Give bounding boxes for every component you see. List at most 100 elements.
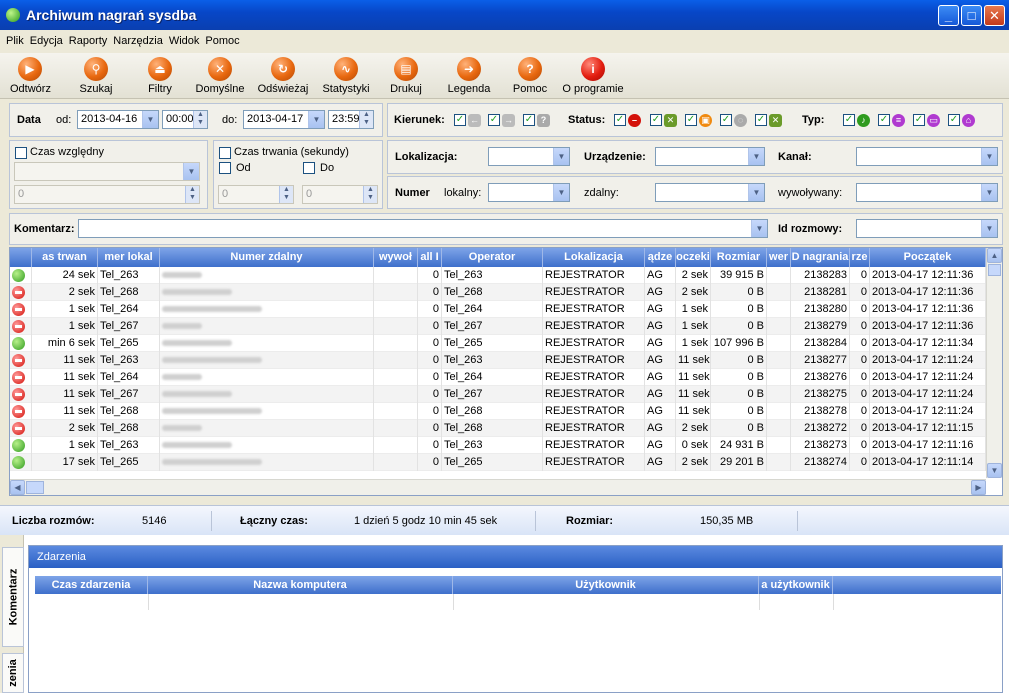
menu-pomoc[interactable]: Pomoc bbox=[205, 35, 239, 47]
called-number-select[interactable]: ▼ bbox=[856, 183, 998, 202]
scroll-right-icon[interactable]: ▶ bbox=[971, 480, 986, 495]
col-transfer[interactable]: rze bbox=[850, 248, 870, 267]
play-button[interactable]: ▶ Odtwórz bbox=[10, 55, 51, 97]
scroll-up-icon[interactable]: ▲ bbox=[987, 248, 1002, 263]
status-error-checkbox[interactable]: ✓ bbox=[755, 114, 767, 126]
kierunek-outgoing-checkbox[interactable]: ✓ bbox=[488, 114, 500, 126]
status-busy-checkbox[interactable]: ✓ bbox=[720, 114, 732, 126]
table-row[interactable]: min 6 sek Tel_265 0 Tel_265 REJESTRATOR AG 1 s… bbox=[10, 335, 986, 352]
col-wait[interactable]: oczeki bbox=[676, 248, 711, 267]
remote-number-select[interactable]: ▼ bbox=[655, 183, 765, 202]
col-local-number[interactable]: mer lokal bbox=[98, 248, 160, 267]
menu-edycja[interactable]: Edycja bbox=[30, 35, 63, 47]
col-size[interactable]: Rozmiar bbox=[711, 248, 767, 267]
local-number-select[interactable]: ▼ bbox=[488, 183, 570, 202]
table-cell: REJESTRATOR bbox=[543, 369, 645, 386]
table-row[interactable]: 2 sek Tel_268 0 Tel_268 REJESTRATOR AG 2 sek 0 … bbox=[10, 420, 986, 437]
comment-select[interactable]: ▼ bbox=[78, 219, 768, 238]
col-calls[interactable]: all I bbox=[418, 248, 442, 267]
horizontal-scrollbar[interactable]: ◀ ▶ bbox=[10, 479, 986, 495]
close-button[interactable]: ✕ bbox=[984, 5, 1005, 26]
search-button[interactable]: ⚲ Szukaj bbox=[72, 55, 120, 97]
table-cell: 2013-04-17 12:11:14 bbox=[870, 454, 986, 471]
col-status[interactable] bbox=[10, 248, 32, 267]
kierunek-incoming-checkbox[interactable]: ✓ bbox=[454, 114, 466, 126]
typ-other-checkbox[interactable]: ✓ bbox=[948, 114, 960, 126]
title-bar[interactable]: Archiwum nagrań sysdba _ □ ✕ bbox=[0, 0, 1009, 30]
stats-button[interactable]: ∿ Statystyki bbox=[318, 55, 374, 97]
filter-button[interactable]: ⏏ Filtry bbox=[140, 55, 180, 97]
col-location[interactable]: Lokalizacja bbox=[543, 248, 645, 267]
tab-zdarzenia[interactable]: zenia bbox=[2, 653, 24, 693]
date-to-picker[interactable]: 2013-04-17 ▼ bbox=[243, 110, 325, 129]
recordings-table[interactable]: as trwan mer lokal Numer zdalny wywoł al… bbox=[9, 247, 1003, 496]
status-rejected-checkbox[interactable]: ✓ bbox=[614, 114, 626, 126]
duration-panel: Czas trwania (sekundy) Od Do 0 ▲ ▼ 0 ▲ ▼ bbox=[213, 140, 383, 209]
help-button[interactable]: ? Pomoc bbox=[510, 55, 550, 97]
col-start[interactable]: Początek bbox=[870, 248, 986, 267]
call-id-select[interactable]: ▼ bbox=[856, 219, 998, 238]
table-row[interactable]: 11 sek Tel_263 0 Tel_263 REJESTRATOR AG 11 sek… bbox=[10, 352, 986, 369]
menu-widok[interactable]: Widok bbox=[169, 35, 200, 47]
typ-voice-checkbox[interactable]: ✓ bbox=[843, 114, 855, 126]
duration-to-checkbox[interactable] bbox=[303, 162, 315, 174]
legend-icon: ➜ bbox=[457, 57, 481, 81]
table-cell: 2138280 bbox=[791, 301, 850, 318]
col-event-time[interactable]: Czas zdarzenia bbox=[35, 576, 148, 594]
table-row[interactable]: 1 sek Tel_264 0 Tel_264 REJESTRATOR AG 1 sek 0 … bbox=[10, 301, 986, 318]
duration-to-input[interactable]: 0 ▲ ▼ bbox=[302, 185, 378, 204]
table-row[interactable]: 17 sek Tel_265 0 Tel_265 REJESTRATOR AG 2 sek 2… bbox=[10, 454, 986, 471]
menu-narzedzia[interactable]: Narzędzia bbox=[113, 35, 163, 47]
info-icon: i bbox=[581, 57, 605, 81]
col-server[interactable]: wer bbox=[767, 248, 791, 267]
table-row[interactable]: 24 sek Tel_263 0 Tel_263 REJESTRATOR AG 2 sek 3… bbox=[10, 267, 986, 284]
menu-raporty[interactable]: Raporty bbox=[69, 35, 108, 47]
typ-sms-checkbox[interactable]: ✓ bbox=[878, 114, 890, 126]
maximize-button[interactable]: □ bbox=[961, 5, 982, 26]
col-computer-name[interactable]: Nazwa komputera bbox=[148, 576, 453, 594]
col-called[interactable]: wywoł bbox=[374, 248, 418, 267]
tab-komentarz[interactable]: Komentarz bbox=[2, 547, 24, 647]
col-device[interactable]: ądze bbox=[645, 248, 676, 267]
table-row[interactable]: 1 sek Tel_263 0 Tel_263 REJESTRATOR AG 0 sek 24… bbox=[10, 437, 986, 454]
menu-plik[interactable]: Plik bbox=[6, 35, 24, 47]
date-from-picker[interactable]: 2013-04-16 ▼ bbox=[77, 110, 159, 129]
minimize-button[interactable]: _ bbox=[938, 5, 959, 26]
device-select[interactable]: ▼ bbox=[655, 147, 765, 166]
refresh-button[interactable]: ↻ Odświeżaj bbox=[254, 55, 312, 97]
print-button[interactable]: ▤ Drukuj bbox=[386, 55, 426, 97]
table-row[interactable]: 11 sek Tel_267 0 Tel_267 REJESTRATOR AG 11 sek… bbox=[10, 386, 986, 403]
time-to-spinner[interactable]: 23:59 ▲ ▼ bbox=[328, 110, 374, 129]
scroll-left-icon[interactable]: ◀ bbox=[10, 480, 25, 495]
time-from-spinner[interactable]: 00:00 ▲ ▼ bbox=[162, 110, 208, 129]
about-button[interactable]: iO programie bbox=[562, 55, 624, 97]
status-missed-checkbox[interactable]: ✓ bbox=[650, 114, 662, 126]
location-select[interactable]: ▼ bbox=[488, 147, 570, 166]
status-locked-checkbox[interactable]: ✓ bbox=[685, 114, 697, 126]
col-user[interactable]: Użytkownik bbox=[453, 576, 759, 594]
duration-from-checkbox[interactable] bbox=[219, 162, 231, 174]
col-operator[interactable]: Operator bbox=[442, 248, 543, 267]
scroll-thumb[interactable] bbox=[988, 264, 1001, 276]
table-row[interactable]: 2 sek Tel_268 0 Tel_268 REJESTRATOR AG 2 sek 0 … bbox=[10, 284, 986, 301]
hscroll-thumb[interactable] bbox=[26, 481, 44, 494]
typ-fax-checkbox[interactable]: ✓ bbox=[913, 114, 925, 126]
table-row[interactable]: 11 sek Tel_264 0 Tel_264 REJESTRATOR AG 11 sek… bbox=[10, 369, 986, 386]
vertical-scrollbar[interactable]: ▲ ▼ bbox=[986, 248, 1002, 478]
legend-button[interactable]: ➜ Legenda bbox=[444, 55, 494, 97]
channel-select[interactable]: ▼ bbox=[856, 147, 998, 166]
relative-time-value[interactable]: 0 ▲ ▼ bbox=[14, 185, 200, 204]
kierunek-unknown-checkbox[interactable]: ✓ bbox=[523, 114, 535, 126]
scroll-down-icon[interactable]: ▼ bbox=[987, 463, 1002, 478]
col-user-name[interactable]: a użytkownik bbox=[759, 576, 833, 594]
table-row[interactable]: 1 sek Tel_267 0 Tel_267 REJESTRATOR AG 1 sek 0 … bbox=[10, 318, 986, 335]
duration-checkbox[interactable] bbox=[219, 147, 231, 159]
table-row[interactable]: 11 sek Tel_268 0 Tel_268 REJESTRATOR AG 11 sek… bbox=[10, 403, 986, 420]
col-remote-number[interactable]: Numer zdalny bbox=[160, 248, 374, 267]
col-recording-id[interactable]: D nagrania bbox=[791, 248, 850, 267]
duration-from-input[interactable]: 0 ▲ ▼ bbox=[218, 185, 294, 204]
col-duration[interactable]: as trwan bbox=[32, 248, 98, 267]
relative-time-select[interactable]: ▼ bbox=[14, 162, 200, 181]
relative-time-checkbox[interactable] bbox=[15, 147, 27, 159]
defaults-button[interactable]: ✕ Domyślne bbox=[194, 55, 246, 97]
